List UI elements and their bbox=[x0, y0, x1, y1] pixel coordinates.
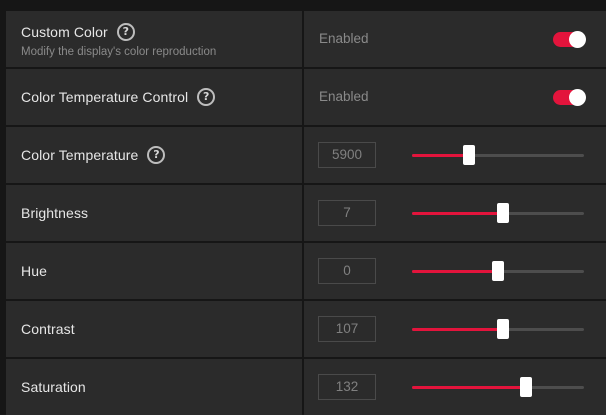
custom-color-description: Modify the display's color reproduction bbox=[21, 46, 217, 58]
help-icon[interactable]: ? bbox=[147, 146, 166, 164]
saturation-label-cell: Saturation bbox=[6, 359, 302, 415]
slider-thumb[interactable] bbox=[519, 377, 532, 397]
color-temperature-control-label: Color Temperature Control bbox=[21, 89, 189, 105]
custom-color-row: Custom Color ? Modify the display's colo… bbox=[6, 11, 606, 67]
slider-thumb[interactable] bbox=[497, 319, 510, 339]
hue-label: Hue bbox=[21, 263, 47, 279]
display-color-settings-panel: Custom Color ? Modify the display's colo… bbox=[0, 0, 606, 415]
color-temperature-label-cell: Color Temperature ? bbox=[6, 127, 302, 183]
help-icon[interactable]: ? bbox=[116, 23, 135, 41]
saturation-value-input[interactable]: 132 bbox=[318, 374, 376, 400]
brightness-slider[interactable] bbox=[412, 203, 584, 223]
color-temperature-control-toggle[interactable] bbox=[553, 89, 586, 106]
custom-color-control-cell: Enabled bbox=[304, 11, 606, 67]
contrast-slider[interactable] bbox=[412, 319, 584, 339]
saturation-control-cell: 132 bbox=[304, 359, 606, 415]
slider-fill bbox=[412, 154, 469, 157]
toggle-knob bbox=[569, 31, 586, 48]
color-temperature-control-status: Enabled bbox=[319, 89, 369, 104]
slider-fill bbox=[412, 270, 498, 273]
contrast-row: Contrast 107 bbox=[6, 301, 606, 357]
color-temperature-control-cell: 5900 bbox=[304, 127, 606, 183]
color-temperature-control-label-cell: Color Temperature Control ? bbox=[6, 69, 302, 125]
color-temperature-label: Color Temperature bbox=[21, 147, 139, 163]
help-icon[interactable]: ? bbox=[197, 88, 216, 106]
contrast-label-cell: Contrast bbox=[6, 301, 302, 357]
custom-color-label: Custom Color bbox=[21, 24, 108, 40]
color-temperature-row: Color Temperature ? 5900 bbox=[6, 127, 606, 183]
brightness-label-cell: Brightness bbox=[6, 185, 302, 241]
toggle-knob bbox=[569, 89, 586, 106]
slider-thumb[interactable] bbox=[492, 261, 504, 281]
brightness-label: Brightness bbox=[21, 205, 89, 221]
slider-thumb[interactable] bbox=[462, 145, 475, 165]
custom-color-status: Enabled bbox=[319, 31, 369, 46]
slider-fill bbox=[412, 212, 504, 215]
slider-fill bbox=[412, 386, 526, 389]
hue-row: Hue 0 bbox=[6, 243, 606, 299]
brightness-control-cell: 7 bbox=[304, 185, 606, 241]
contrast-value-input[interactable]: 107 bbox=[318, 316, 376, 342]
custom-color-label-cell: Custom Color ? Modify the display's colo… bbox=[6, 11, 302, 67]
hue-control-cell: 0 bbox=[304, 243, 606, 299]
brightness-row: Brightness 7 bbox=[6, 185, 606, 241]
brightness-value-input[interactable]: 7 bbox=[318, 200, 376, 226]
color-temperature-value-input[interactable]: 5900 bbox=[318, 142, 376, 168]
contrast-control-cell: 107 bbox=[304, 301, 606, 357]
color-temperature-control-control-cell: Enabled bbox=[304, 69, 606, 125]
saturation-slider[interactable] bbox=[412, 377, 584, 397]
slider-fill bbox=[412, 328, 504, 331]
saturation-row: Saturation 132 bbox=[6, 359, 606, 415]
contrast-label: Contrast bbox=[21, 321, 75, 337]
hue-slider[interactable] bbox=[412, 261, 584, 281]
slider-thumb[interactable] bbox=[497, 203, 510, 223]
hue-value-input[interactable]: 0 bbox=[318, 258, 376, 284]
color-temperature-control-row: Color Temperature Control ? Enabled bbox=[6, 69, 606, 125]
saturation-label: Saturation bbox=[21, 379, 86, 395]
custom-color-toggle[interactable] bbox=[553, 31, 586, 48]
color-temperature-slider[interactable] bbox=[412, 145, 584, 165]
hue-label-cell: Hue bbox=[6, 243, 302, 299]
